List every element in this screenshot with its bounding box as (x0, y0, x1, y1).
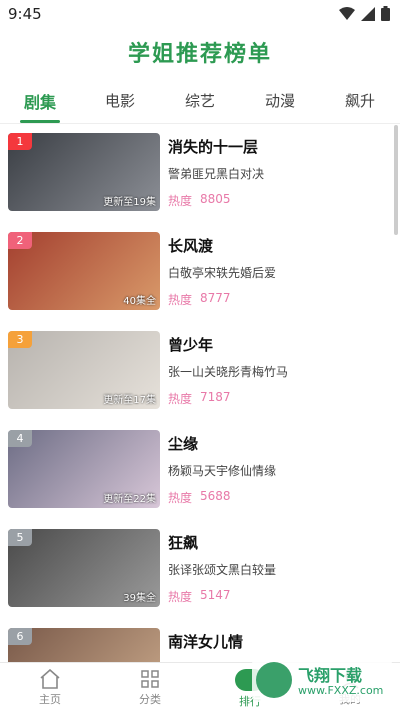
signal-icon (361, 6, 375, 21)
home-icon (40, 669, 60, 689)
poster-thumbnail: 2 40集全 (8, 232, 160, 310)
item-description: 杨颖马天宇修仙情缘 (168, 464, 277, 478)
status-bar: 9:45 (0, 0, 400, 30)
watermark-logo-icon (256, 662, 292, 698)
heat-value: 5688 (200, 489, 231, 503)
grid-icon (141, 670, 159, 688)
nav-label: 分类 (139, 693, 161, 706)
ranking-list: 1 更新至19集 消失的十一层 警弟匪兄黑白对决 热度 8805 2 40集全 … (0, 125, 400, 662)
nav-category[interactable]: 分类 (120, 669, 180, 707)
list-item[interactable]: 5 39集全 狂飙 张译张颂文黑白较量 热度 5147 (0, 521, 400, 621)
item-description: 白敬亭宋轶先婚后爱 (168, 266, 277, 280)
item-description: 张译张颂文黑白较量 (168, 563, 277, 577)
heat-value: 8777 (200, 291, 231, 305)
item-title: 南洋女儿情 (168, 633, 244, 651)
wifi-icon (339, 6, 355, 20)
nav-home[interactable]: 主页 (20, 669, 80, 707)
rank-badge: 4 (8, 430, 32, 447)
list-item[interactable]: 2 40集全 长风渡 白敬亭宋轶先婚后爱 热度 8777 (0, 224, 400, 324)
list-item[interactable]: 1 更新至19集 消失的十一层 警弟匪兄黑白对决 热度 8805 (0, 125, 400, 225)
heat-label: 热度 (168, 491, 193, 505)
item-title: 狂飙 (168, 534, 199, 552)
rank-badge: 6 (8, 628, 32, 645)
heat-label: 热度 (168, 590, 193, 604)
poster-thumbnail: 4 更新至22集 (8, 430, 160, 508)
item-description: 警弟匪兄黑白对决 (168, 167, 265, 181)
category-tabs: 剧集 电影 综艺 动漫 飙升 (0, 82, 400, 124)
tab-indicator (20, 120, 60, 123)
watermark: 飞翔下载 www.FXXZ.com (252, 658, 392, 702)
status-icons (339, 6, 390, 21)
item-title: 尘缘 (168, 435, 199, 453)
item-description: 张一山关晓彤青梅竹马 (168, 365, 289, 379)
tab-variety[interactable]: 综艺 (170, 90, 230, 111)
heat-value: 5147 (200, 588, 231, 602)
tab-anime[interactable]: 动漫 (250, 90, 310, 111)
rank-badge: 2 (8, 232, 32, 249)
watermark-url: www.FXXZ.com (298, 684, 384, 697)
list-item[interactable]: 6 南洋女儿情 (0, 620, 400, 662)
heat-label: 热度 (168, 194, 193, 208)
tab-movie[interactable]: 电影 (90, 90, 150, 111)
episode-status: 更新至19集 (103, 197, 156, 208)
poster-thumbnail: 3 更新至17集 (8, 331, 160, 409)
poster-thumbnail: 1 更新至19集 (8, 133, 160, 211)
heat-value: 7187 (200, 390, 231, 404)
episode-status: 40集全 (123, 296, 156, 307)
scrollbar[interactable] (394, 125, 398, 235)
poster-thumbnail: 6 (8, 628, 160, 662)
heat-label: 热度 (168, 293, 193, 307)
rank-badge: 5 (8, 529, 32, 546)
tab-rising[interactable]: 飙升 (330, 90, 390, 111)
watermark-text: 飞翔下载 (298, 666, 363, 685)
nav-label: 主页 (39, 693, 61, 706)
tab-series[interactable]: 剧集 (10, 89, 70, 113)
episode-status: 更新至17集 (103, 395, 156, 406)
item-title: 消失的十一层 (168, 138, 259, 156)
list-item[interactable]: 4 更新至22集 尘缘 杨颖马天宇修仙情缘 热度 5688 (0, 422, 400, 522)
item-title: 长风渡 (168, 237, 214, 255)
episode-status: 更新至22集 (103, 494, 156, 505)
item-title: 曾少年 (168, 336, 214, 354)
page-title: 学姐推荐榜单 (127, 42, 272, 67)
rank-badge: 3 (8, 331, 32, 348)
status-time: 9:45 (8, 5, 42, 23)
heat-value: 8805 (200, 192, 231, 206)
rank-badge: 1 (8, 133, 32, 150)
episode-status: 39集全 (123, 593, 156, 604)
heat-label: 热度 (168, 392, 193, 406)
poster-thumbnail: 5 39集全 (8, 529, 160, 607)
battery-icon (381, 6, 390, 21)
list-item[interactable]: 3 更新至17集 曾少年 张一山关晓彤青梅竹马 热度 7187 (0, 323, 400, 423)
